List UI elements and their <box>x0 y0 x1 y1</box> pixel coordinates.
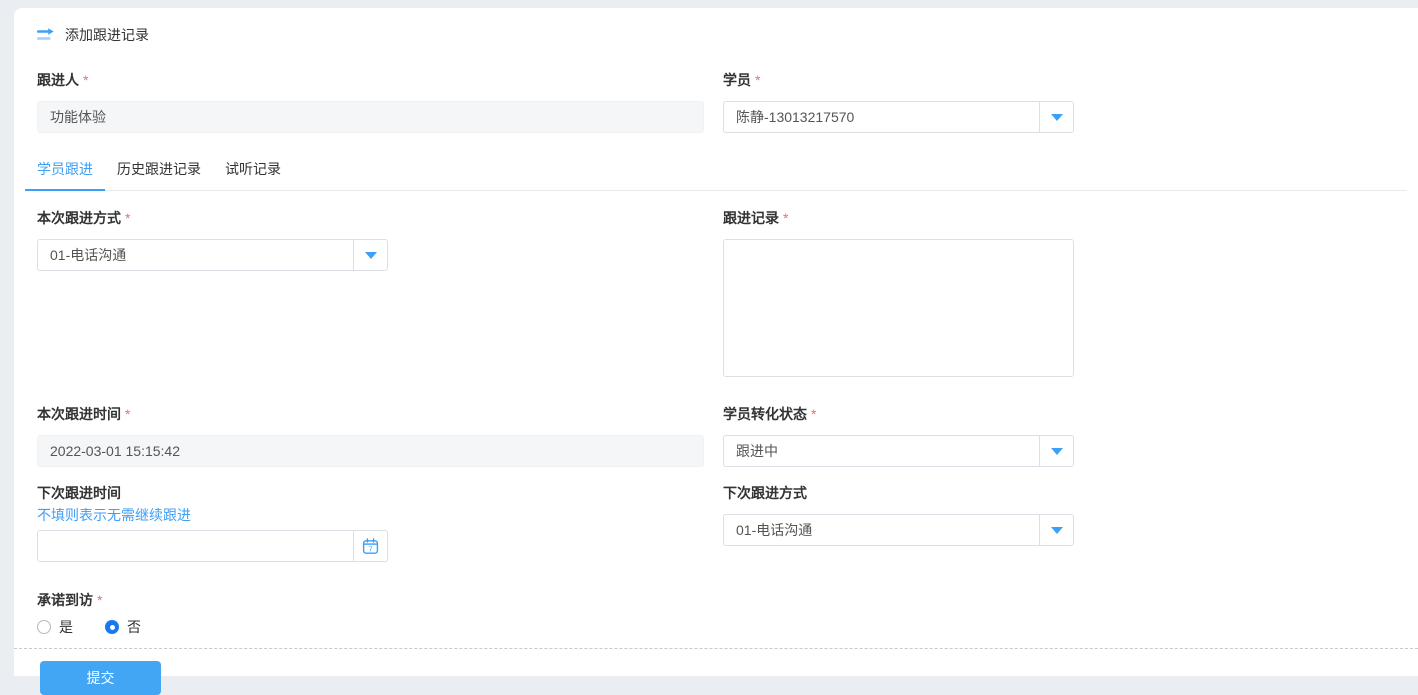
field-follow-time: 本次跟进时间* 2022-03-01 15:15:42 <box>37 404 704 467</box>
student-select-arrow[interactable] <box>1039 102 1073 132</box>
tab-bar: 学员跟进 历史跟进记录 试听记录 <box>25 159 1407 191</box>
next-follow-method-select[interactable]: 01-电话沟通 <box>723 514 1074 546</box>
tab-trial-records[interactable]: 试听记录 <box>213 159 293 190</box>
add-follow-record-panel: 添加跟进记录 跟进人* 功能体验 学员* 陈静-13013217570 <box>14 8 1418 676</box>
follow-record-label: 跟进记录* <box>723 208 1074 228</box>
required-marker: * <box>783 210 788 226</box>
svg-text:7: 7 <box>368 544 372 553</box>
conversion-status-select[interactable]: 跟进中 <box>723 435 1074 467</box>
caret-down-icon <box>365 252 377 259</box>
tab-student-follow[interactable]: 学员跟进 <box>25 159 105 191</box>
follow-method-select-arrow[interactable] <box>353 240 387 270</box>
required-marker: * <box>97 592 102 608</box>
next-follow-time-hint-link[interactable]: 不填则表示无需继续跟进 <box>37 505 704 525</box>
field-follower: 跟进人* 功能体验 <box>37 70 704 133</box>
panel-content: 添加跟进记录 跟进人* 功能体验 学员* 陈静-13013217570 <box>14 8 1418 695</box>
conversion-status-select-arrow[interactable] <box>1039 436 1073 466</box>
submit-button[interactable]: 提交 <box>40 661 161 695</box>
follower-label: 跟进人* <box>37 70 704 90</box>
caret-down-icon <box>1051 527 1063 534</box>
required-marker: * <box>125 406 130 422</box>
follow-time-input: 2022-03-01 15:15:42 <box>37 435 704 467</box>
student-label: 学员* <box>723 70 1074 90</box>
field-next-follow-time: 下次跟进时间 不填则表示无需继续跟进 7 <box>37 483 704 562</box>
required-marker: * <box>83 72 88 88</box>
collapse-lines-arrow-icon[interactable] <box>37 27 55 43</box>
page-title: 添加跟进记录 <box>65 25 149 45</box>
calendar-icon: 7 <box>362 538 379 555</box>
form-row-1: 跟进人* 功能体验 学员* 陈静-13013217570 <box>37 70 1407 133</box>
field-next-follow-method: 下次跟进方式 01-电话沟通 <box>723 483 1074 546</box>
panel-header: 添加跟进记录 <box>37 22 1407 48</box>
field-student: 学员* 陈静-13013217570 <box>723 70 1074 133</box>
promise-visit-label: 承诺到访* <box>37 590 1407 610</box>
radio-selected-icon[interactable] <box>105 620 119 634</box>
next-follow-time-date-input[interactable]: 7 <box>37 530 388 562</box>
student-select[interactable]: 陈静-13013217570 <box>723 101 1074 133</box>
radio-yes[interactable]: 是 <box>37 617 73 637</box>
form-row-2: 本次跟进方式* 01-电话沟通 跟进记录* <box>37 208 1407 382</box>
follow-time-label: 本次跟进时间* <box>37 404 704 424</box>
next-follow-method-select-arrow[interactable] <box>1039 515 1073 545</box>
form-row-3: 本次跟进时间* 2022-03-01 15:15:42 学员转化状态* 跟进中 <box>37 404 1407 467</box>
form-row-4: 下次跟进时间 不填则表示无需继续跟进 7 <box>37 483 1407 562</box>
follow-method-label: 本次跟进方式* <box>37 208 704 228</box>
follower-input: 功能体验 <box>37 101 704 133</box>
submit-row: 提交 <box>40 661 1407 695</box>
required-marker: * <box>811 406 816 422</box>
conversion-status-label: 学员转化状态* <box>723 404 1074 424</box>
follow-method-select[interactable]: 01-电话沟通 <box>37 239 388 271</box>
field-promise-visit: 承诺到访* 是 否 <box>37 590 1407 637</box>
radio-unselected-icon[interactable] <box>37 620 51 634</box>
tab-history-records[interactable]: 历史跟进记录 <box>105 159 213 190</box>
required-marker: * <box>125 210 130 226</box>
caret-down-icon <box>1051 448 1063 455</box>
promise-visit-radio-group: 是 否 <box>37 617 1407 637</box>
field-follow-method: 本次跟进方式* 01-电话沟通 <box>37 208 704 271</box>
next-follow-method-label: 下次跟进方式 <box>723 483 1074 503</box>
calendar-trigger[interactable]: 7 <box>353 531 387 561</box>
required-marker: * <box>755 72 760 88</box>
next-follow-time-label: 下次跟进时间 <box>37 483 704 503</box>
radio-no[interactable]: 否 <box>105 617 141 637</box>
field-follow-record: 跟进记录* <box>723 208 1074 382</box>
field-conversion-status: 学员转化状态* 跟进中 <box>723 404 1074 467</box>
dashed-divider <box>14 648 1418 649</box>
follow-record-textarea[interactable] <box>723 239 1074 377</box>
caret-down-icon <box>1051 114 1063 121</box>
